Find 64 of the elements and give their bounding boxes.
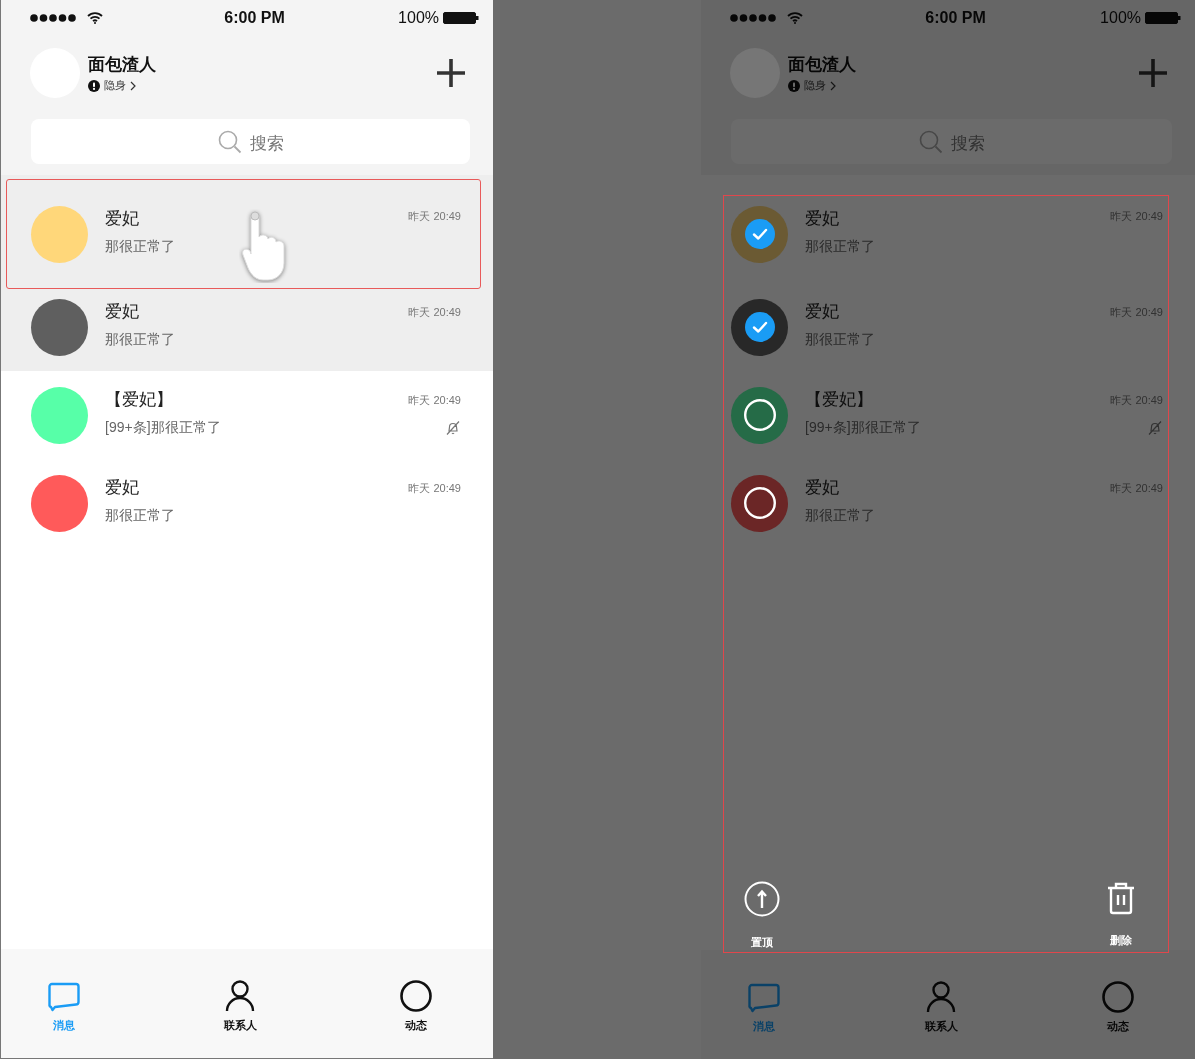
- search-field[interactable]: 搜索: [731, 119, 1172, 164]
- profile-name: 面包渣人: [88, 54, 157, 76]
- presence-status[interactable]: 隐身: [104, 78, 126, 93]
- chat-preview: 那很正常了: [105, 330, 176, 349]
- chat-preview: [99+条]那很正常了: [805, 418, 922, 437]
- alert-icon: [88, 79, 100, 92]
- chat-name: 爱妃: [105, 476, 140, 499]
- chat-time: 昨天 20:49: [408, 481, 461, 496]
- add-icon[interactable]: [436, 58, 466, 88]
- status-time: 6:00 PM: [224, 8, 285, 27]
- chat-time: 昨天 20:49: [408, 393, 461, 408]
- status-time: 6:00 PM: [925, 8, 986, 27]
- circle-icon: [400, 980, 432, 1012]
- presence-status[interactable]: 隐身: [804, 78, 826, 93]
- checkbox[interactable]: [743, 487, 776, 519]
- person-icon: [926, 981, 956, 1013]
- checked-checkbox[interactable]: [744, 219, 775, 249]
- chat-time: 昨天 20:49: [408, 305, 461, 320]
- wifi-icon: [787, 11, 803, 24]
- search-icon: [217, 129, 242, 154]
- chat-preview: 那很正常了: [105, 506, 176, 525]
- chat-time: 昨天 20:49: [408, 209, 461, 224]
- battery-percent: 100%: [1100, 8, 1141, 27]
- chat-row[interactable]: 爱妃 那很正常了 昨天 20:49: [1, 283, 493, 371]
- trash-icon: [1106, 881, 1136, 915]
- chat-preview: [99+条]那很正常了: [105, 418, 222, 437]
- chevron-icon: [130, 80, 136, 91]
- chat-name: 爱妃: [805, 300, 840, 323]
- tab[interactable]: 消息: [44, 949, 84, 1058]
- chat-preview: 那很正常了: [805, 506, 876, 525]
- signal-icon: [30, 13, 78, 22]
- tab[interactable]: 联系人: [915, 950, 967, 1059]
- person-icon: [225, 980, 255, 1012]
- checkbox[interactable]: [743, 399, 776, 431]
- tab[interactable]: 联系人: [214, 949, 266, 1058]
- chat-preview: 那很正常了: [805, 237, 876, 256]
- battery-icon: [443, 11, 479, 24]
- profile-name: 面包渣人: [788, 54, 857, 76]
- chat-bubble-icon: [748, 983, 780, 1013]
- chat-name: 爱妃: [105, 207, 140, 230]
- chat-name: 爱妃: [805, 207, 840, 230]
- alert-icon: [788, 79, 800, 92]
- battery-percent: 100%: [398, 8, 439, 27]
- action-button[interactable]: 删除: [1106, 881, 1136, 950]
- search-field[interactable]: 搜索: [31, 119, 470, 164]
- chat-bubble-icon: [48, 982, 80, 1012]
- chat-name: 爱妃: [805, 476, 840, 499]
- checked-checkbox[interactable]: [744, 312, 775, 342]
- search-placeholder: 搜索: [249, 133, 284, 155]
- search-icon: [918, 129, 943, 154]
- chat-name: 【爱妃】: [805, 388, 874, 411]
- battery-icon: [1145, 11, 1181, 24]
- chat-preview: 那很正常了: [805, 330, 876, 349]
- action-button[interactable]: 置顶: [744, 881, 780, 950]
- chat-preview: 那很正常了: [105, 237, 176, 256]
- search-placeholder: 搜索: [950, 133, 985, 155]
- wifi-icon: [87, 11, 103, 24]
- circle-icon: [1102, 981, 1134, 1013]
- chat-name: 【爱妃】: [105, 388, 174, 411]
- tab[interactable]: 动态: [1098, 950, 1138, 1059]
- signal-icon: [730, 13, 778, 22]
- chat-name: 爱妃: [105, 300, 140, 323]
- chevron-icon: [830, 80, 836, 91]
- tab[interactable]: 动态: [396, 949, 436, 1058]
